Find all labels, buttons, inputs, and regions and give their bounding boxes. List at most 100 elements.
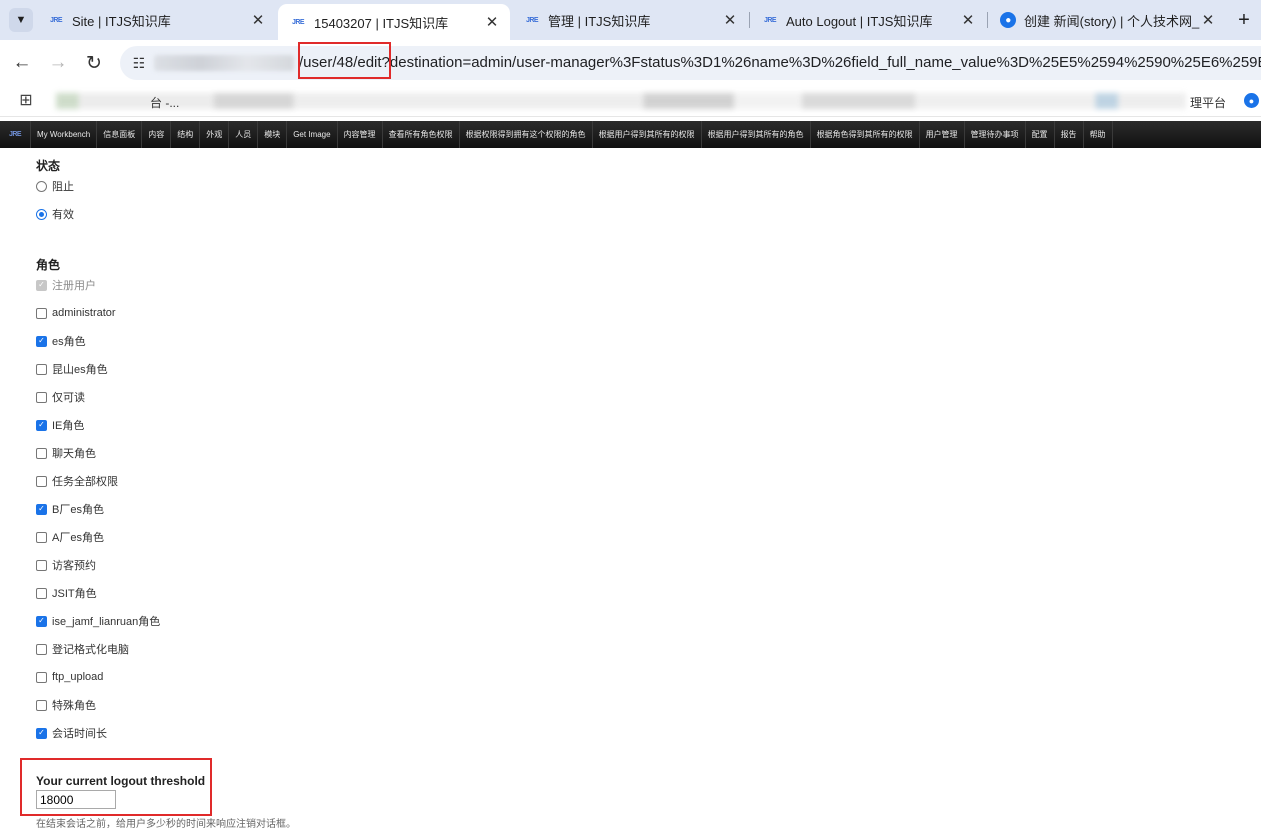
drupal-icon: ● [1000,12,1016,28]
admin-menu-item[interactable]: 管理待办事项 [965,121,1026,148]
admin-menu-item[interactable]: 帮助 [1084,121,1113,148]
admin-menu-bar: JRE My Workbench 信息面板 内容 结构 外观 人员 模块 Get Image 内… [0,121,1261,148]
admin-menu-item[interactable]: 模块 [258,121,288,148]
site-logo-icon[interactable]: JRE [0,121,31,148]
role-label: 注册用户 [52,280,96,292]
role-option[interactable]: A厂es角色 [36,529,104,545]
role-checkbox[interactable] [36,643,47,655]
tab-create-story[interactable]: ● 创建 新闻(story) | 个人技术网_ ✕ [988,6,1226,34]
tab-search-button[interactable]: ▼ [9,8,33,32]
tab-title: 管理 | ITJS知识库 [548,13,651,29]
close-icon[interactable]: ✕ [1200,12,1216,29]
admin-menu-item[interactable]: 根据权限得到拥有这个权限的角色 [460,121,593,148]
role-checkbox[interactable] [36,699,47,711]
tab-auto-logout[interactable]: JRE Auto Logout | ITJS知识库 ✕ [750,6,986,34]
role-checkbox: ✓ [36,279,47,291]
reload-button[interactable]: ↻ [81,50,107,76]
role-label: es角色 [52,336,86,348]
role-checkbox[interactable] [36,587,47,599]
close-icon[interactable]: ✕ [484,14,500,31]
admin-menu-item[interactable]: 人员 [229,121,259,148]
arrow-right-icon: → [48,52,68,73]
itjs-logo-icon: JRE [763,16,777,24]
role-option[interactable]: 昆山es角色 [36,361,108,377]
role-option[interactable]: 聊天角色 [36,445,96,461]
admin-menu-item[interactable]: 信息面板 [97,121,143,148]
url-text: /user/48/edit?destination=admin/user-man… [299,54,1261,71]
bookmarks-bar: ⊞ 台 -... 理平台 ● [0,86,1261,117]
role-checkbox[interactable]: ✓ [36,727,47,739]
new-tab-button[interactable]: + [1232,8,1256,32]
close-icon[interactable]: ✕ [960,12,976,29]
url-highlight-box [298,42,391,79]
role-checkbox[interactable] [36,671,47,683]
role-label: JSIT角色 [52,588,97,600]
address-bar[interactable]: ☷ /user/48/edit?destination=admin/user-m… [120,46,1261,80]
role-option[interactable]: 登记格式化电脑 [36,641,129,657]
admin-menu-item[interactable]: 根据用户得到其所有的角色 [702,121,811,148]
admin-menu-item[interactable]: Get Image [287,121,338,148]
role-option[interactable]: administrator [36,305,116,321]
admin-menu-item[interactable]: 查看所有角色权限 [383,121,460,148]
role-checkbox[interactable] [36,475,47,487]
tab-admin[interactable]: JRE 管理 | ITJS知识库 ✕ [512,6,748,34]
radio-button[interactable] [36,180,47,192]
tab-site[interactable]: JRE Site | ITJS知识库 ✕ [36,6,276,34]
close-icon[interactable]: ✕ [722,12,738,29]
close-icon[interactable]: ✕ [250,12,266,29]
role-checkbox[interactable] [36,307,47,319]
role-label: A厂es角色 [52,532,104,544]
role-label: ftp_upload [52,671,104,683]
role-checkbox[interactable] [36,447,47,459]
role-checkbox[interactable] [36,363,47,375]
redacted-bookmarks [56,93,1186,109]
role-label: B厂es角色 [52,504,104,516]
role-option[interactable]: ✓ 会话时间长 [36,725,107,741]
admin-menu-item[interactable]: 结构 [171,121,201,148]
plus-icon: + [1238,8,1250,31]
role-option[interactable]: 访客预约 [36,557,96,573]
radio-button[interactable] [36,208,47,220]
role-checkbox[interactable]: ✓ [36,419,47,431]
role-option[interactable]: ✓ es角色 [36,333,86,349]
role-option[interactable]: ftp_upload [36,669,103,685]
admin-menu-item[interactable]: 内容 [142,121,172,148]
status-label: 状态 [36,159,61,173]
role-checkbox[interactable] [36,559,47,571]
itjs-logo-icon: JRE [49,16,63,24]
admin-menu-item[interactable]: 配置 [1026,121,1055,148]
role-option[interactable]: ✓ B厂es角色 [36,501,104,517]
role-option[interactable]: ✓ ise_jamf_lianruan角色 [36,613,160,629]
admin-menu-item[interactable]: 报告 [1055,121,1084,148]
back-button[interactable]: ← [9,50,35,76]
tab-user-edit[interactable]: JRE 15403207 | ITJS知识库 ✕ [278,4,510,40]
site-settings-icon[interactable]: ☷ [127,51,151,75]
role-checkbox[interactable]: ✓ [36,335,47,347]
role-label: 访客预约 [52,560,96,572]
role-option[interactable]: JSIT角色 [36,585,97,601]
bookmark-item[interactable]: 理平台 [1190,94,1226,111]
admin-menu-item[interactable]: My Workbench [31,121,98,148]
bookmark-item[interactable]: 台 -... [150,94,179,111]
role-checkbox[interactable] [36,391,47,403]
admin-menu-item[interactable]: 内容管理 [338,121,383,148]
role-option[interactable]: 特殊角色 [36,697,96,713]
role-checkbox[interactable]: ✓ [36,503,47,515]
status-option-active[interactable]: 有效 [36,206,74,222]
role-checkbox[interactable] [36,531,47,543]
admin-menu-item[interactable]: 根据用户得到其所有的权限 [593,121,702,148]
forward-button[interactable]: → [45,50,71,76]
logout-threshold-input[interactable] [36,790,116,809]
apps-grid-icon[interactable]: ⊞ [18,92,34,109]
drupal-icon[interactable]: ● [1244,93,1259,108]
admin-menu-item[interactable]: 根据角色得到其所有的权限 [811,121,920,148]
status-option-blocked[interactable]: 阻止 [36,178,74,194]
role-option[interactable]: 仅可读 [36,389,85,405]
role-label: administrator [52,307,116,319]
admin-menu-item[interactable]: 用户管理 [920,121,965,148]
admin-menu-item[interactable]: 外观 [200,121,230,148]
role-option[interactable]: 任务全部权限 [36,473,118,489]
role-checkbox[interactable]: ✓ [36,615,47,627]
tab-title: Site | ITJS知识库 [72,13,171,29]
role-option[interactable]: ✓ IE角色 [36,417,84,433]
